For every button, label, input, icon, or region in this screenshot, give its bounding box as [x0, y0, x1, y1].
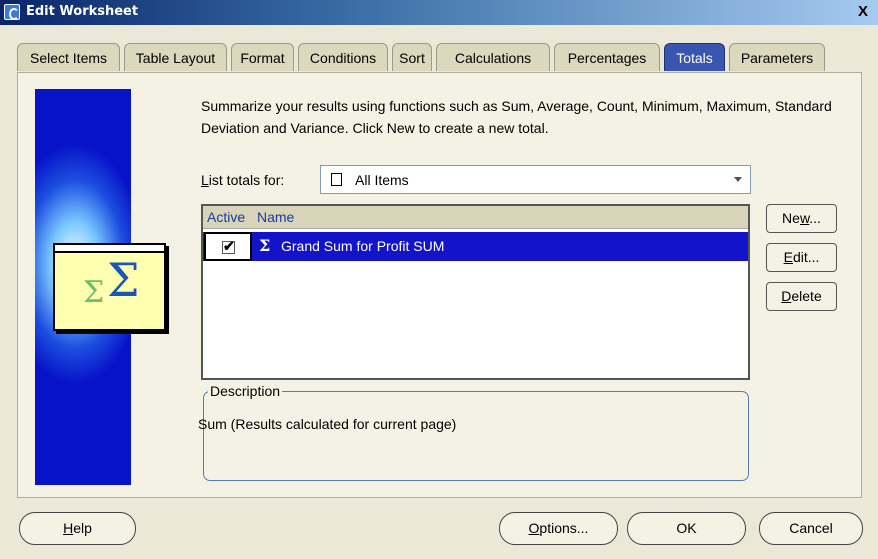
- close-icon[interactable]: X: [854, 4, 872, 20]
- app-icon: [4, 4, 20, 20]
- tab-percentages[interactable]: Percentages: [554, 43, 660, 71]
- totals-table: Active Name ✔ Σ Grand Sum for Profit SUM: [201, 204, 750, 380]
- summary-text: Summarize your results using functions s…: [201, 98, 832, 136]
- tab-sort[interactable]: Sort: [392, 43, 432, 71]
- chevron-down-icon[interactable]: [734, 177, 742, 182]
- list-totals-label: List totals for:: [201, 172, 285, 188]
- help-button[interactable]: Help: [19, 512, 136, 545]
- sigma-icon: Σ Σ: [53, 243, 166, 331]
- delete-button[interactable]: Delete: [766, 282, 837, 311]
- column-header-name[interactable]: Name: [257, 209, 294, 225]
- table-header: Active Name: [203, 206, 748, 229]
- column-header-active[interactable]: Active: [207, 209, 245, 225]
- description-legend: Description: [208, 383, 283, 399]
- checkmark-icon: ✔: [223, 238, 235, 254]
- tab-table-layout[interactable]: Table Layout: [124, 43, 227, 71]
- edit-button[interactable]: Edit...: [766, 243, 837, 272]
- tab-conditions[interactable]: Conditions: [298, 43, 388, 71]
- active-checkbox[interactable]: ✔: [204, 232, 252, 261]
- list-totals-value: All Items: [355, 172, 409, 188]
- description-group: Description Sum (Results calculated for …: [198, 383, 749, 481]
- total-name: Grand Sum for Profit SUM: [281, 238, 445, 254]
- tab-calculations[interactable]: Calculations: [436, 43, 550, 71]
- list-totals-select[interactable]: All Items: [320, 165, 751, 194]
- description-text: Sum (Results calculated for current page…: [198, 416, 457, 432]
- window-title: Edit Worksheet: [26, 4, 139, 19]
- title-bar: Edit Worksheet X: [0, 0, 878, 25]
- table-row[interactable]: ✔ Σ Grand Sum for Profit SUM: [203, 232, 748, 261]
- cancel-button[interactable]: Cancel: [759, 512, 863, 545]
- new-button[interactable]: New...: [766, 204, 837, 233]
- ok-button[interactable]: OK: [627, 512, 746, 545]
- document-icon: [328, 173, 342, 189]
- tab-totals[interactable]: Totals: [664, 43, 725, 71]
- sigma-icon: Σ: [259, 236, 271, 255]
- tab-format[interactable]: Format: [231, 43, 294, 71]
- options-button[interactable]: Options...: [499, 512, 618, 545]
- tab-select-items[interactable]: Select Items: [17, 43, 120, 71]
- tab-parameters[interactable]: Parameters: [729, 43, 825, 71]
